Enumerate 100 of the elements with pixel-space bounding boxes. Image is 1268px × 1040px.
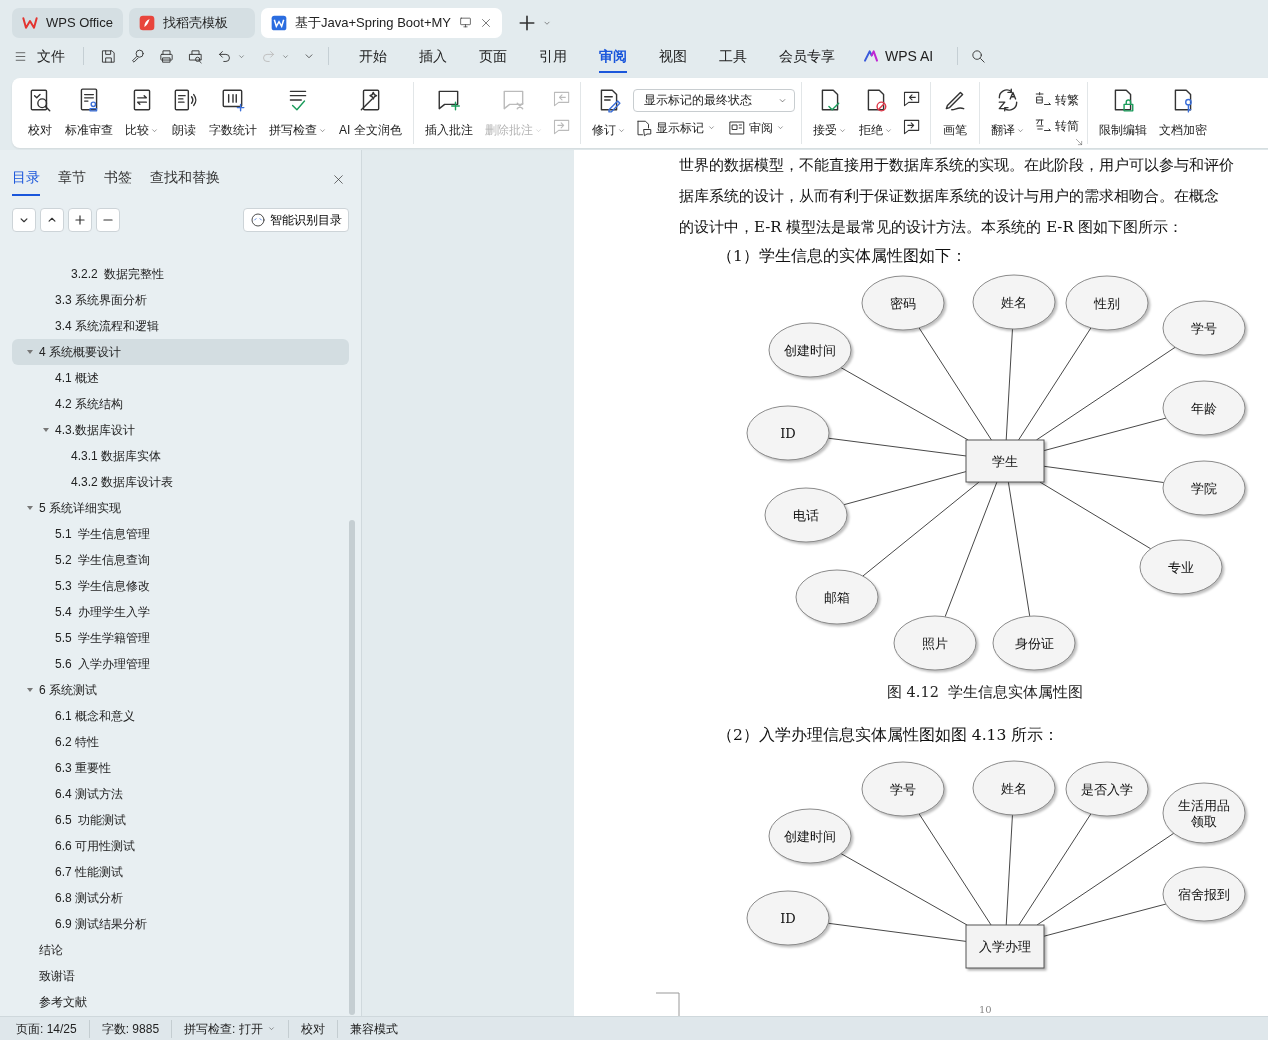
ai-polish-button[interactable]: AI 全文润色 [334, 85, 407, 141]
track-changes-button[interactable]: 修订 [586, 85, 631, 141]
expand-level-button[interactable] [40, 208, 64, 232]
accept-button[interactable]: 接受 [807, 85, 852, 141]
toc-item[interactable]: 6.1 概念和意义 [12, 703, 349, 729]
toc-item[interactable]: 4 系统概要设计 [12, 339, 349, 365]
brush-icon[interactable] [129, 47, 146, 65]
sidebar-tab[interactable]: 章节 [58, 167, 86, 196]
add-heading-button[interactable] [68, 208, 92, 232]
show-markup-button[interactable]: 显示标记 [632, 117, 718, 138]
toc-item[interactable]: 5.6 入学办理管理 [12, 651, 349, 677]
toc-item[interactable]: 参考文献 [12, 989, 349, 1015]
body-text-line: 世界的数据模型，不能直接用于数据库系统的实现。在此阶段，用户可以参与和评价 [679, 155, 1234, 176]
list-item-text: （2）入学办理信息实体属性图如图 4.13 所示： [717, 725, 1060, 746]
toc-item[interactable]: 4.1 概述 [12, 365, 349, 391]
pen-button[interactable]: 画笔 [936, 85, 973, 141]
document-tab[interactable]: 基于Java+Spring Boot+MY [260, 7, 503, 38]
toc-item[interactable]: 5.5 学生学籍管理 [12, 625, 349, 651]
menu-tab[interactable]: 会员专享 [765, 41, 849, 71]
collapse-all-button[interactable] [12, 208, 36, 232]
toc-item[interactable]: 3.2.2 数据完整性 [12, 261, 349, 287]
toc-item[interactable]: 结论 [12, 937, 349, 963]
attribute-node: 年龄 [1162, 380, 1246, 436]
app-tab[interactable]: 找稻壳模板 [128, 7, 255, 38]
toc-item[interactable]: 6.8 测试分析 [12, 885, 349, 911]
toc-item[interactable]: 5.2 学生信息查询 [12, 547, 349, 573]
encrypt-document-button[interactable]: 文档加密 [1153, 85, 1212, 141]
body-text-line: 的设计中，E-R 模型法是最常见的设计方法。本系统的 E-R 图如下图所示： [679, 217, 1184, 238]
compare-button[interactable]: 比较 [120, 85, 164, 141]
toc-item[interactable]: 6.2 特性 [12, 729, 349, 755]
toc-item[interactable]: 5 系统详细实现 [12, 495, 349, 521]
sidebar-tab[interactable]: 书签 [104, 167, 132, 196]
toc-item[interactable]: 3.4 系统流程和逻辑 [12, 313, 349, 339]
close-icon[interactable] [480, 16, 493, 29]
comment-arrow-left-button[interactable] [901, 89, 922, 109]
toc-item[interactable]: 6 系统测试 [12, 677, 349, 703]
toc-item[interactable]: 5.1 学生信息管理 [12, 521, 349, 547]
save-icon[interactable] [100, 47, 117, 65]
menu-tab[interactable]: 引用 [525, 41, 581, 71]
standard-review-button[interactable]: 标准审查 [60, 85, 118, 141]
file-menu[interactable]: 文件 [31, 41, 71, 71]
toc-item[interactable]: 4.3.2 数据库设计表 [12, 469, 349, 495]
sidebar-tab[interactable]: 查找和替换 [150, 167, 220, 196]
toc-item[interactable]: 6.6 可用性测试 [12, 833, 349, 859]
toc-item[interactable]: 6.9 测试结果分析 [12, 911, 349, 937]
expand-arrow-icon[interactable] [25, 686, 34, 694]
display-mode-select[interactable]: 显示标记的最终状态 [632, 88, 795, 112]
review-pane-button[interactable]: 审阅 [725, 117, 787, 138]
spell-check-button[interactable]: 拼写检查 [264, 85, 332, 141]
print-icon[interactable] [158, 47, 175, 65]
restrict-editing-button[interactable]: 限制编辑 [1093, 85, 1152, 141]
close-icon[interactable] [332, 173, 345, 186]
comment-arrow-right-button[interactable] [901, 117, 922, 137]
toc-item[interactable]: 4.2 系统结构 [12, 391, 349, 417]
word-count-button[interactable]: 字数统计 [204, 85, 262, 141]
toc-item[interactable]: 致谢语 [12, 963, 349, 989]
dialog-launcher-icon[interactable] [1074, 138, 1083, 146]
attribute-node: 学号 [861, 761, 945, 817]
to-simplified-button[interactable]: 转简 [1031, 116, 1081, 136]
attribute-node: 性别 [1065, 275, 1149, 331]
read-aloud-button[interactable]: 朗读 [166, 85, 202, 141]
attribute-node: 邮箱 [795, 569, 879, 625]
print-preview-icon[interactable] [187, 47, 204, 65]
menu-icon[interactable] [14, 49, 27, 63]
expand-arrow-icon[interactable] [41, 426, 50, 434]
toc-item[interactable]: 5.3 学生信息修改 [12, 573, 349, 599]
ai-menu[interactable]: WPS AI [885, 41, 934, 71]
toc-item[interactable]: 5.4 办理学生入学 [12, 599, 349, 625]
menu-tab[interactable]: 工具 [705, 41, 761, 71]
attribute-node: 创建时间 [768, 808, 852, 864]
toc-item[interactable]: 6.7 性能测试 [12, 859, 349, 885]
proofread-status-button[interactable]: 校对 [300, 1019, 338, 1038]
remove-heading-button[interactable] [96, 208, 120, 232]
search-icon[interactable] [970, 47, 988, 65]
document-icon [270, 14, 287, 31]
toc-item[interactable]: 3.3 系统界面分析 [12, 287, 349, 313]
menu-tab[interactable]: 开始 [345, 41, 401, 71]
menu-tab[interactable]: 视图 [645, 41, 701, 71]
insert-comment-button[interactable]: 插入批注 [419, 85, 478, 141]
sidebar-tab[interactable]: 目录 [12, 167, 40, 196]
new-tab-icon[interactable] [518, 13, 537, 32]
toc-item[interactable]: 6.3 重要性 [12, 755, 349, 781]
scrollbar-thumb[interactable] [349, 520, 355, 1015]
spell-check-status-button[interactable]: 拼写检查: 打开 [184, 1019, 289, 1038]
reject-button[interactable]: 拒绝 [853, 85, 898, 141]
smart-toc-button[interactable]: 智能识别目录 [243, 208, 349, 232]
menu-tab[interactable]: 插入 [405, 41, 461, 71]
toc-item[interactable]: 6.5 功能测试 [12, 807, 349, 833]
toc-item[interactable]: 6.4 测试方法 [12, 781, 349, 807]
entity-node: 学生 [965, 439, 1045, 483]
app-tab[interactable]: WPS Office [12, 7, 123, 38]
proofread-button[interactable]: 校对 [22, 85, 58, 141]
expand-arrow-icon[interactable] [25, 348, 34, 356]
expand-arrow-icon[interactable] [25, 504, 34, 512]
toc-item[interactable]: 4.3.1 数据库实体 [12, 443, 349, 469]
to-traditional-button[interactable]: 转繁 [1031, 90, 1081, 110]
menu-tab[interactable]: 页面 [465, 41, 521, 71]
menu-tab[interactable]: 审阅 [585, 41, 641, 71]
toc-item[interactable]: 4.3.数据库设计 [12, 417, 349, 443]
translate-button[interactable]: 翻译 [985, 85, 1030, 141]
